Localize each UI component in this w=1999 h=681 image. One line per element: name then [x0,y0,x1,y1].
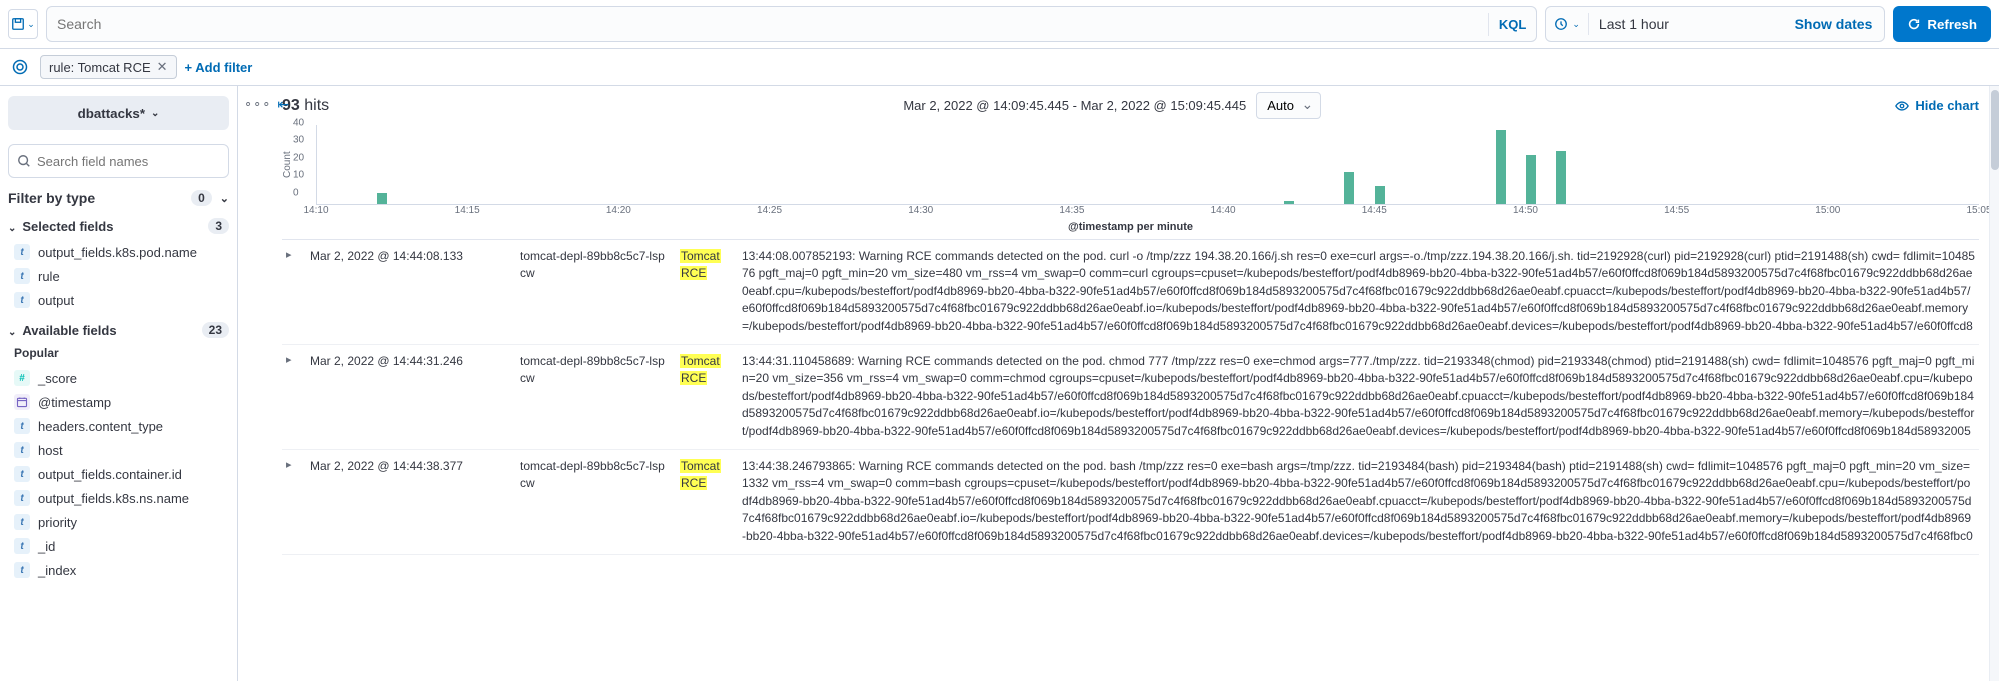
chart-bar[interactable] [1284,201,1294,205]
refresh-button[interactable]: Refresh [1893,6,1991,42]
filter-pill-label: rule: Tomcat RCE [49,60,151,75]
cell-rule: Tomcat RCE [680,458,732,546]
field-item[interactable]: theaders.content_type [0,414,237,438]
index-pattern-button[interactable]: dbattacks*⌄ [8,96,229,130]
field-search-input[interactable] [37,154,220,169]
field-name: _score [38,371,77,386]
field-name: _index [38,563,76,578]
field-name: output_fields.k8s.pod.name [38,245,197,260]
cell-output: 13:44:38.246793865: Warning RCE commands… [742,458,1975,546]
sidebar: dbattacks*⌄ Filter by type 0⌄ ⌄Selected … [0,86,238,681]
popular-label: Popular [0,342,237,364]
field-name: output [38,293,74,308]
table-row: ▸ Mar 2, 2022 @ 14:44:08.133 tomcat-depl… [282,240,1979,345]
field-item[interactable]: tpriority [0,510,237,534]
cell-output: 13:44:31.110458689: Warning RCE commands… [742,353,1975,441]
remove-filter-icon[interactable]: ✕ [157,59,168,75]
add-filter-button[interactable]: + Add filter [185,60,253,75]
filter-settings-icon [12,59,28,75]
quick-select-button[interactable]: ⌄ [1546,13,1589,35]
options-icon[interactable]: ∘∘∘ [244,96,271,113]
clock-icon [1554,17,1568,31]
chart-bar[interactable] [1496,130,1506,204]
field-item[interactable]: #_score [0,366,237,390]
cell-timestamp: Mar 2, 2022 @ 14:44:38.377 [310,458,510,546]
interval-select[interactable]: Auto [1256,92,1321,119]
eye-icon [1895,99,1909,113]
save-query-button[interactable]: ⌄ [8,9,38,39]
field-item[interactable]: toutput_fields.k8s.pod.name [0,240,237,264]
save-icon [11,17,25,31]
chart-ylabel: Count [282,125,293,205]
search-input[interactable] [47,16,1488,32]
document-list: ▸ Mar 2, 2022 @ 14:44:08.133 tomcat-depl… [282,239,1979,681]
change-filters-button[interactable] [8,55,32,79]
kql-toggle[interactable]: KQL [1488,13,1536,36]
cell-timestamp: Mar 2, 2022 @ 14:44:31.246 [310,353,510,441]
cell-rule: Tomcat RCE [680,353,732,441]
date-range-display: Mar 2, 2022 @ 14:09:45.445 - Mar 2, 2022… [903,98,1246,113]
field-item[interactable]: t_index [0,558,237,582]
field-search[interactable] [8,144,229,178]
cell-rule: Tomcat RCE [680,248,732,336]
cell-pod: tomcat-depl-89bb8c5c7-lspcw [520,353,670,441]
hide-chart-button[interactable]: Hide chart [1895,98,1979,113]
chart-bar[interactable] [1526,155,1536,204]
field-name: headers.content_type [38,419,163,434]
query-bar[interactable]: KQL [46,6,1537,42]
chart-bar[interactable] [377,193,387,204]
field-name: output_fields.k8s.ns.name [38,491,189,506]
table-row: ▸ Mar 2, 2022 @ 14:44:38.377 tomcat-depl… [282,450,1979,555]
cell-timestamp: Mar 2, 2022 @ 14:44:08.133 [310,248,510,336]
collapse-sidebar-icon[interactable]: ⇤ [277,96,289,113]
selected-fields-header[interactable]: ⌄Selected fields 3 [8,218,229,234]
field-name: host [38,443,63,458]
chart-bar[interactable] [1375,186,1385,204]
date-picker[interactable]: ⌄ Last 1 hour Show dates [1545,6,1885,42]
histogram-chart[interactable]: Count 010203040 14:1014:1514:2014:2514:3… [282,125,1979,235]
chart-bar[interactable] [1556,151,1566,204]
available-fields-header[interactable]: ⌄Available fields 23 [8,322,229,338]
filter-by-type[interactable]: Filter by type 0⌄ [8,190,229,206]
table-row: ▸ Mar 2, 2022 @ 14:44:31.246 tomcat-depl… [282,345,1979,450]
field-name: rule [38,269,60,284]
field-item[interactable]: toutput [0,288,237,312]
field-name: _id [38,539,55,554]
scrollbar-thumb[interactable] [1991,90,1999,170]
filter-pill[interactable]: rule: Tomcat RCE ✕ [40,55,177,79]
expand-row-icon[interactable]: ▸ [286,353,300,441]
field-item[interactable]: thost [0,438,237,462]
expand-row-icon[interactable]: ▸ [286,248,300,336]
scrollbar[interactable] [1989,86,1999,681]
cell-pod: tomcat-depl-89bb8c5c7-lspcw [520,458,670,546]
field-item[interactable]: t_id [0,534,237,558]
field-item[interactable]: trule [0,264,237,288]
refresh-icon [1907,17,1921,31]
expand-row-icon[interactable]: ▸ [286,458,300,546]
field-name: @timestamp [38,395,111,410]
search-icon [17,154,31,168]
chart-xlabel: @timestamp per minute [282,221,1979,233]
field-item[interactable]: @timestamp [0,390,237,414]
field-name: priority [38,515,77,530]
date-range-label: Last 1 hour [1589,16,1783,32]
field-item[interactable]: toutput_fields.k8s.ns.name [0,486,237,510]
show-dates-button[interactable]: Show dates [1783,16,1885,32]
chart-bar[interactable] [1344,172,1354,204]
cell-output: 13:44:08.007852193: Warning RCE commands… [742,248,1975,336]
field-item[interactable]: toutput_fields.container.id [0,462,237,486]
cell-pod: tomcat-depl-89bb8c5c7-lspcw [520,248,670,336]
field-name: output_fields.container.id [38,467,182,482]
